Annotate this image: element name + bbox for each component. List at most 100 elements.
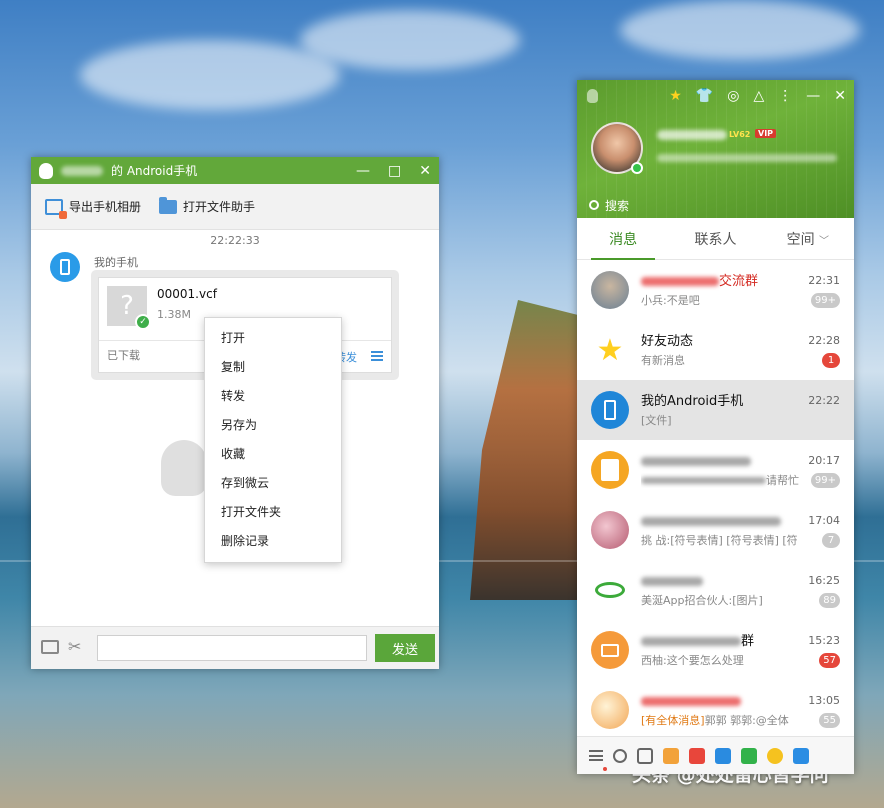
menu-item-open[interactable]: 打开 xyxy=(205,324,341,353)
folder-icon xyxy=(159,196,178,214)
search-bar[interactable]: 搜索 xyxy=(577,192,854,218)
menu-item-save-as[interactable]: 另存为 xyxy=(205,411,341,440)
mention-all-tag: [有全体消息] xyxy=(641,713,705,727)
close-button[interactable]: ✕ xyxy=(834,88,846,104)
phone-icon xyxy=(60,259,70,275)
document-icon xyxy=(601,459,619,481)
maximize-button[interactable]: □ xyxy=(388,163,401,179)
list-item[interactable]: 请帮忙 20:17 99+ xyxy=(577,440,854,500)
message-timestamp: 22:22:33 xyxy=(210,234,260,247)
level-badge[interactable]: LV62 xyxy=(729,130,750,139)
conversation-time: 22:31 xyxy=(808,274,840,287)
minimize-button[interactable]: — xyxy=(806,88,820,104)
online-status-icon[interactable] xyxy=(631,162,643,174)
message-input[interactable] xyxy=(97,635,367,661)
conversation-preview: 请帮忙 xyxy=(766,473,799,487)
tab-messages[interactable]: 消息 xyxy=(577,229,669,249)
blurred-name xyxy=(641,516,781,526)
conversation-time: 15:23 xyxy=(808,634,840,647)
coin-icon[interactable]: ◎ xyxy=(727,88,739,104)
menu-item-open-folder[interactable]: 打开文件夹 xyxy=(205,498,341,527)
blurred-preview xyxy=(641,477,766,484)
bird-avatar[interactable] xyxy=(591,691,629,729)
eye-logo-avatar[interactable] xyxy=(591,571,629,609)
vip-badge[interactable]: VIP xyxy=(755,129,777,138)
qq-penguin-icon xyxy=(587,89,598,103)
bottom-toolbar xyxy=(577,736,854,774)
screenshot-scissors-icon[interactable]: ✂ xyxy=(68,637,81,656)
weiyun-icon[interactable] xyxy=(715,747,731,764)
skin-icon[interactable]: 👕 xyxy=(696,88,713,104)
blurred-name xyxy=(641,456,751,466)
list-item[interactable]: [有全体消息]郭郭 郭郭:@全体 13:05 55 xyxy=(577,680,854,734)
menu-item-favorite[interactable]: 收藏 xyxy=(205,440,341,469)
list-item[interactable]: 挑 战:[符号表情] [符号表情] [符 17:04 7 xyxy=(577,500,854,560)
qq-penguin-icon xyxy=(39,162,53,179)
close-button[interactable]: ✕ xyxy=(419,163,431,179)
list-item[interactable]: 交流群 小兵:不是吧 22:31 99+ xyxy=(577,260,854,320)
file-name: 00001.vcf xyxy=(157,287,217,301)
star-icon[interactable]: ★ xyxy=(591,331,629,369)
open-file-helper-label: 打开文件助手 xyxy=(183,200,256,214)
file-status: 已下载 xyxy=(107,349,140,362)
briefcase-icon xyxy=(601,643,619,657)
group-avatar[interactable] xyxy=(591,271,629,309)
phone-icon xyxy=(604,400,616,420)
game-icon[interactable] xyxy=(663,747,679,764)
chat-titlebar[interactable]: 的 Android手机 — □ ✕ xyxy=(31,157,439,184)
unread-badge: 1 xyxy=(822,353,840,368)
unread-badge: 57 xyxy=(819,653,840,668)
conversation-time: 20:17 xyxy=(808,454,840,467)
conversation-name: 交流群 xyxy=(719,273,759,289)
video-icon[interactable] xyxy=(689,747,705,764)
unread-badge: 89 xyxy=(819,593,840,608)
export-album-button[interactable]: 导出手机相册 xyxy=(45,198,141,219)
eye-logo-icon xyxy=(595,582,625,598)
tab-contacts[interactable]: 联系人 xyxy=(669,229,761,249)
sky-cloud xyxy=(300,10,520,70)
phone-avatar[interactable] xyxy=(50,252,80,282)
star-icon[interactable]: ★ xyxy=(669,88,682,104)
sender-name: 我的手机 xyxy=(94,256,138,269)
menu-item-copy[interactable]: 复制 xyxy=(205,353,341,382)
app-manager-icon[interactable] xyxy=(793,747,809,764)
tab-qzone-label: 空间 xyxy=(786,231,815,248)
sky-cloud xyxy=(620,0,860,60)
add-friend-icon[interactable] xyxy=(613,748,627,763)
unread-badge: 7 xyxy=(822,533,840,548)
main-menu-icon[interactable] xyxy=(589,750,603,761)
wallet-icon[interactable] xyxy=(767,747,783,764)
blurred-name xyxy=(641,276,719,286)
live-icon[interactable] xyxy=(741,747,757,764)
profile-header: ★ 👕 ◎ △ ⋮ — ✕ LV62 VIP 搜索 xyxy=(577,80,854,218)
file-context-menu: 打开 复制 转发 另存为 收藏 存到微云 打开文件夹 删除记录 xyxy=(204,317,342,563)
briefcase-avatar[interactable] xyxy=(591,631,629,669)
app-icon[interactable]: △ xyxy=(753,88,764,104)
menu-item-delete-record[interactable]: 删除记录 xyxy=(205,527,341,556)
main-tabs: 消息 联系人 空间 ﹀ xyxy=(577,218,854,260)
list-item[interactable]: 群 西柚:这个要怎么处理 15:23 57 xyxy=(577,620,854,680)
send-file-icon[interactable] xyxy=(41,640,59,654)
rock-arch xyxy=(470,300,590,600)
notepad-avatar[interactable] xyxy=(591,451,629,489)
list-item[interactable]: 美涎App招合伙人:[图片] 16:25 89 xyxy=(577,560,854,620)
list-item[interactable]: 我的Android手机 [文件] 22:22 xyxy=(577,380,854,440)
open-file-helper-button[interactable]: 打开文件助手 xyxy=(159,196,256,215)
menu-item-save-weiyun[interactable]: 存到微云 xyxy=(205,469,341,498)
blurred-name xyxy=(641,636,741,646)
file-more-icon[interactable] xyxy=(371,351,383,361)
more-icon[interactable]: ⋮ xyxy=(778,88,792,104)
send-button[interactable]: 发送 xyxy=(375,634,435,662)
apps-icon[interactable] xyxy=(637,747,653,764)
chevron-down-icon: ﹀ xyxy=(819,235,830,247)
tab-qzone[interactable]: 空间 ﹀ xyxy=(762,229,854,249)
list-item[interactable]: ★ 好友动态 有新消息 22:28 1 xyxy=(577,320,854,380)
menu-item-forward[interactable]: 转发 xyxy=(205,382,341,411)
conversation-list[interactable]: 交流群 小兵:不是吧 22:31 99+ ★ 好友动态 有新消息 22:28 1… xyxy=(577,260,854,734)
group-avatar[interactable] xyxy=(591,511,629,549)
file-size: 1.38M xyxy=(157,308,191,321)
minimize-button[interactable]: — xyxy=(356,163,370,179)
phone-avatar[interactable] xyxy=(591,391,629,429)
conversation-name: 群 xyxy=(741,633,755,649)
conversation-time: 22:22 xyxy=(808,394,840,407)
